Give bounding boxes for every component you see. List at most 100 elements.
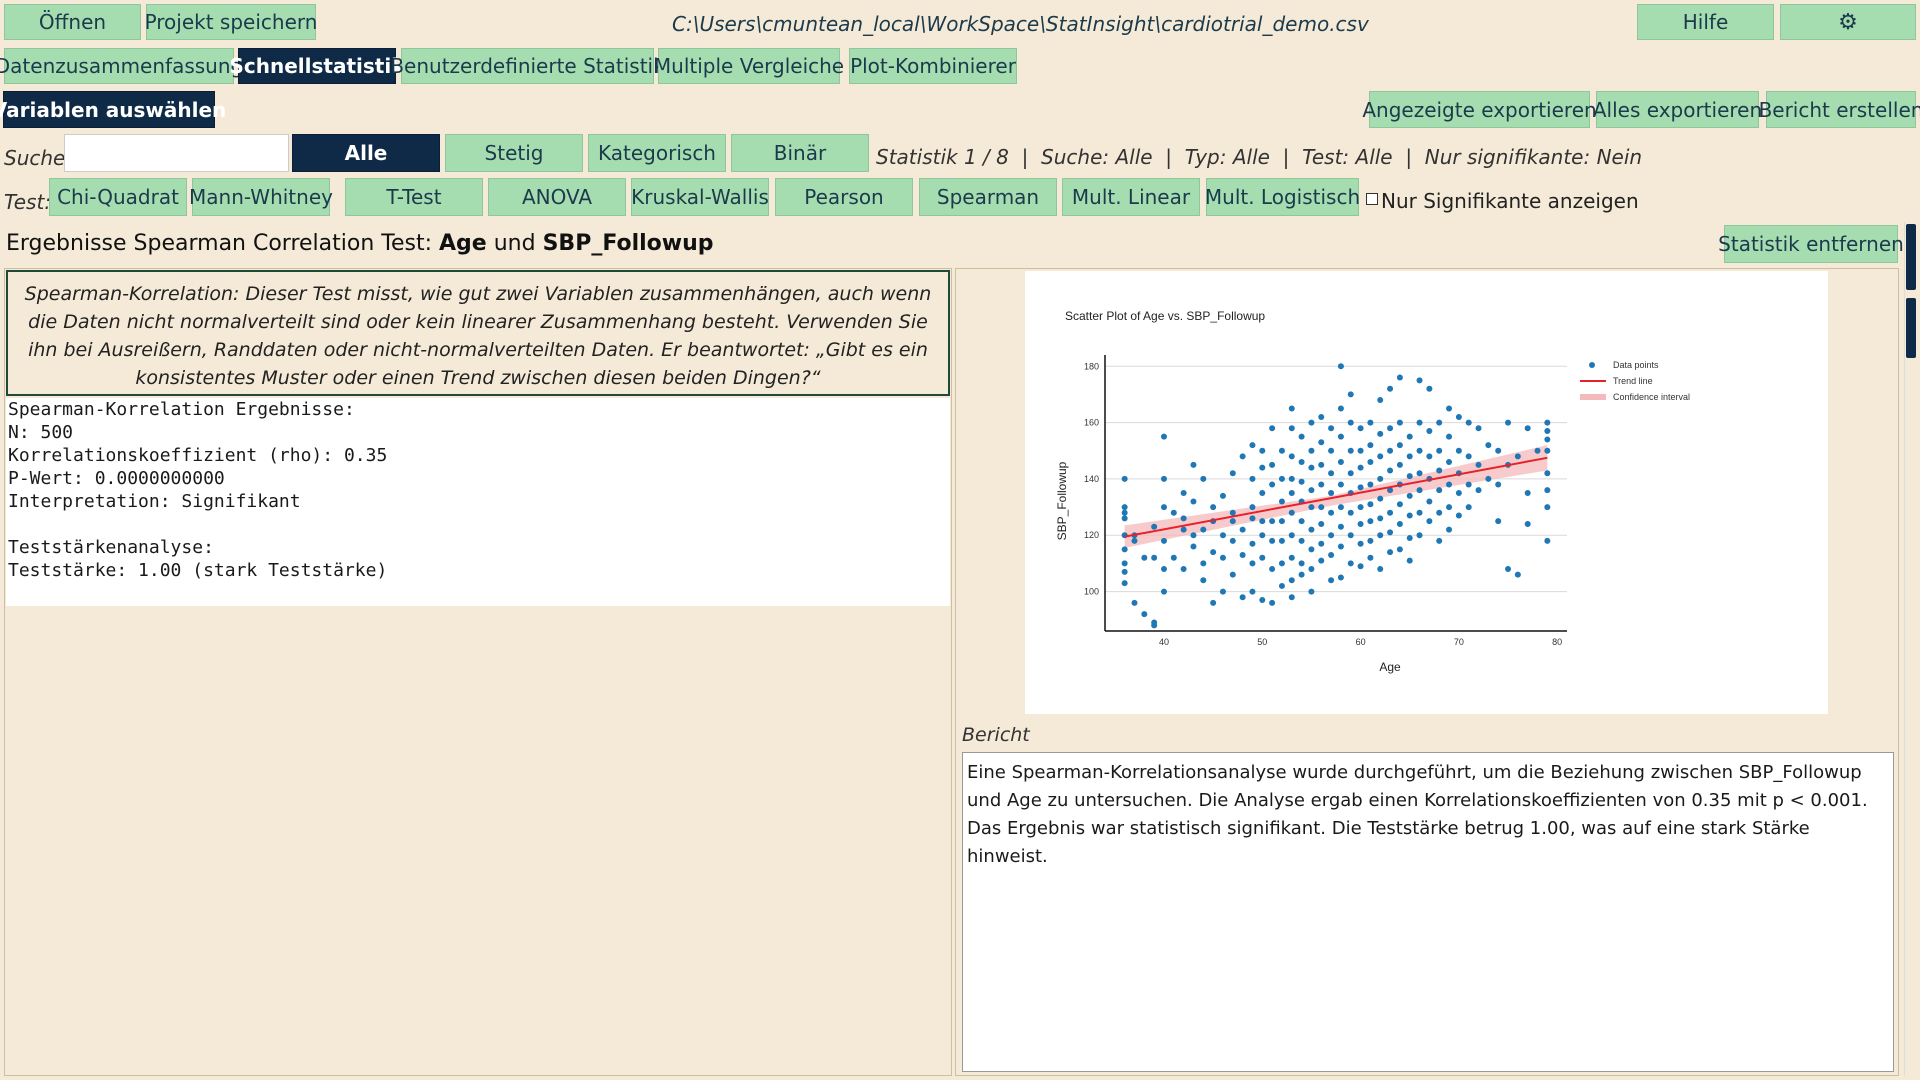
data-point xyxy=(1269,537,1276,544)
data-point xyxy=(1308,566,1315,573)
data-point xyxy=(1170,554,1177,561)
test-anova[interactable]: ANOVA xyxy=(488,178,626,216)
export-all-button[interactable]: Alles exportieren xyxy=(1593,91,1762,128)
report-label: Bericht xyxy=(962,724,1030,746)
data-point xyxy=(1357,447,1364,454)
test-pearson[interactable]: Pearson xyxy=(775,178,913,216)
data-point xyxy=(1387,385,1394,392)
data-point xyxy=(1387,425,1394,432)
data-point xyxy=(1455,512,1462,519)
test-mann-whitney[interactable]: Mann-Whitney xyxy=(189,178,333,216)
report-text[interactable]: Eine Spearman-Korrelationsanalyse wurde … xyxy=(962,752,1894,1072)
data-point xyxy=(1446,405,1453,412)
data-point xyxy=(1465,504,1472,511)
data-point xyxy=(1318,413,1325,420)
data-point xyxy=(1200,475,1207,482)
data-point xyxy=(1278,518,1285,525)
test-chi-quadrat[interactable]: Chi-Quadrat xyxy=(49,178,187,216)
export-shown-button[interactable]: Angezeigte exportieren xyxy=(1362,91,1597,128)
data-point xyxy=(1249,515,1256,522)
data-point xyxy=(1229,509,1236,516)
only-significant-checkbox[interactable] xyxy=(1366,193,1378,205)
data-point xyxy=(1377,397,1384,404)
test-mult-linear[interactable]: Mult. Linear xyxy=(1062,178,1200,216)
data-point xyxy=(1318,439,1325,446)
data-point xyxy=(1180,566,1187,573)
tab-benutzerdefinierte-statistik[interactable]: Benutzerdefinierte Statistik xyxy=(390,48,665,84)
open-button[interactable]: Öffnen xyxy=(4,4,141,40)
data-point xyxy=(1288,405,1295,412)
x-tick-label: 40 xyxy=(1159,637,1169,647)
data-point xyxy=(1219,554,1226,561)
data-point xyxy=(1426,453,1433,460)
data-point xyxy=(1357,464,1364,471)
data-point xyxy=(1544,487,1551,494)
tab-datenzusammenfassung[interactable]: Datenzusammenfassung xyxy=(0,48,243,84)
select-variables-button[interactable]: Variablen auswählen xyxy=(0,91,226,128)
type-filter-binaer[interactable]: Binär xyxy=(731,134,869,172)
data-point xyxy=(1190,532,1197,539)
help-button[interactable]: Hilfe xyxy=(1637,4,1774,40)
data-point xyxy=(1308,487,1315,494)
y-axis-label: SBP_Followup xyxy=(1055,461,1069,540)
data-point xyxy=(1396,501,1403,508)
data-point xyxy=(1180,490,1187,496)
type-filter-stetig[interactable]: Stetig xyxy=(445,134,583,172)
data-point xyxy=(1436,537,1443,544)
data-point xyxy=(1524,520,1531,527)
data-point xyxy=(1387,509,1394,516)
search-input[interactable] xyxy=(64,134,289,172)
data-point xyxy=(1475,461,1482,468)
data-point xyxy=(1347,391,1354,398)
data-point xyxy=(1288,490,1295,496)
data-point xyxy=(1406,433,1413,440)
test-spearman[interactable]: Spearman xyxy=(919,178,1057,216)
scrollbar-thumb-upper[interactable] xyxy=(1906,224,1916,290)
data-point xyxy=(1446,526,1453,533)
create-report-button[interactable]: Bericht erstellen xyxy=(1759,91,1920,128)
y-tick-label: 100 xyxy=(1084,587,1099,597)
remove-statistic-button[interactable]: Statistik entfernen xyxy=(1718,225,1904,263)
data-point xyxy=(1298,433,1305,440)
data-point xyxy=(1328,470,1335,477)
save-project-button[interactable]: Projekt speichern xyxy=(145,4,317,40)
data-point xyxy=(1416,470,1423,477)
settings-button[interactable]: ⚙ xyxy=(1780,4,1916,40)
data-point xyxy=(1160,566,1167,573)
test-mult-logistisch[interactable]: Mult. Logistisch xyxy=(1205,178,1360,216)
y-tick-label: 160 xyxy=(1084,418,1099,428)
data-point xyxy=(1328,577,1335,584)
data-point xyxy=(1337,363,1344,370)
data-point xyxy=(1160,588,1167,595)
data-point xyxy=(1210,599,1217,606)
data-point xyxy=(1337,574,1344,581)
tab-multiple-vergleiche[interactable]: Multiple Vergleiche xyxy=(654,48,844,84)
data-point xyxy=(1406,453,1413,460)
data-point xyxy=(1131,537,1138,544)
x-tick-label: 80 xyxy=(1552,637,1562,647)
tab-plot-kombinierer[interactable]: Plot-Kombinierer xyxy=(849,48,1017,84)
test-t-test[interactable]: T-Test xyxy=(345,178,483,216)
scrollbar-thumb[interactable] xyxy=(1906,298,1916,358)
data-point xyxy=(1544,419,1551,426)
type-filter-kategorisch[interactable]: Kategorisch xyxy=(588,134,726,172)
tab-schnellstatistik[interactable]: Schnellstatistik xyxy=(230,48,405,84)
data-point xyxy=(1318,461,1325,468)
data-point xyxy=(1524,490,1531,496)
data-point xyxy=(1278,537,1285,544)
data-point xyxy=(1259,532,1266,539)
data-point xyxy=(1298,478,1305,485)
data-point xyxy=(1239,453,1246,460)
data-point xyxy=(1278,498,1285,505)
data-point xyxy=(1377,475,1384,482)
type-filter-alle[interactable]: Alle xyxy=(292,134,440,172)
test-kruskal-wallis[interactable]: Kruskal-Wallis xyxy=(631,178,769,216)
data-point xyxy=(1278,447,1285,454)
data-point xyxy=(1308,464,1315,471)
x-tick-label: 70 xyxy=(1454,637,1464,647)
data-point xyxy=(1259,554,1266,561)
data-point xyxy=(1269,481,1276,488)
data-point xyxy=(1229,571,1236,578)
data-point xyxy=(1377,532,1384,539)
data-point xyxy=(1455,413,1462,420)
